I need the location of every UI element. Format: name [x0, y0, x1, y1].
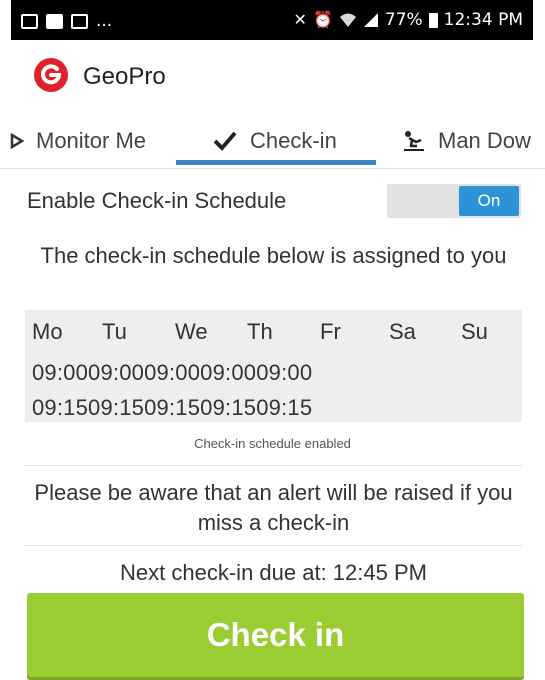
divider: [25, 545, 522, 546]
next-check-in-due: Next check-in due at: 12:45 PM: [120, 560, 427, 585]
mute-icon: ✕: [293, 10, 307, 29]
app-title: GeoPro: [83, 63, 166, 90]
tab-label: Man Dow: [438, 128, 531, 153]
day-header: Fr: [320, 319, 341, 344]
check-in-button[interactable]: Check in: [27, 593, 524, 677]
image-icon: [21, 13, 38, 29]
enable-schedule-row: Enable Check-in Schedule On: [25, 182, 522, 222]
mail-icon: [71, 13, 88, 29]
active-tab-indicator: [176, 160, 376, 165]
toggle-on-state: On: [459, 186, 519, 216]
day-header: We: [175, 319, 208, 344]
schedule-end-times: 09:1509:1509:1509:1509:15: [32, 395, 313, 420]
wifi-icon: [339, 13, 356, 27]
status-bar: ... ✕ ⏰ 77% 12:34 PM: [11, 0, 533, 40]
status-time: 12:34 PM: [443, 10, 523, 30]
assigned-message: The check-in schedule below is assigned …: [40, 243, 507, 268]
day-header: Tu: [102, 319, 127, 344]
tab-monitor-me[interactable]: Monitor Me: [10, 114, 146, 168]
battery-percent: 77%: [384, 10, 423, 30]
schedule-start-times: 09:0009:0009:0009:0009:00: [32, 360, 313, 385]
alarm-icon: ⏰: [312, 10, 333, 29]
divider: [25, 465, 522, 466]
status-bar-right: ✕ ⏰ 77% 12:34 PM: [294, 10, 523, 30]
tab-man-down[interactable]: Man Dow: [402, 114, 531, 168]
battery-icon: [428, 12, 438, 28]
status-ellipsis: ...: [96, 11, 113, 31]
schedule-panel: Mo Tu We Th Fr Sa Su 09:0009:0009:0009:0…: [25, 310, 522, 422]
tab-label: Check-in: [250, 128, 337, 153]
missed-check-in-warning: Please be aware that an alert will be ra…: [34, 480, 513, 535]
tab-label: Monitor Me: [36, 128, 147, 153]
enable-schedule-toggle[interactable]: On: [387, 184, 521, 218]
checkmark-icon: [212, 130, 238, 152]
day-header: Sa: [389, 319, 416, 344]
day-header: Th: [247, 319, 273, 344]
enable-schedule-label: Enable Check-in Schedule: [27, 188, 287, 213]
monitor-me-icon: [10, 133, 24, 149]
day-header: Mo: [32, 319, 63, 344]
sim-icon: [46, 13, 63, 29]
geopro-logo-icon: [34, 58, 68, 92]
schedule-status-text: Check-in schedule enabled: [194, 436, 351, 451]
signal-icon: [363, 13, 378, 27]
day-header: Su: [461, 319, 488, 344]
app-bar: GeoPro: [11, 40, 533, 112]
status-bar-left: ...: [21, 11, 112, 31]
man-down-icon: [402, 130, 426, 152]
